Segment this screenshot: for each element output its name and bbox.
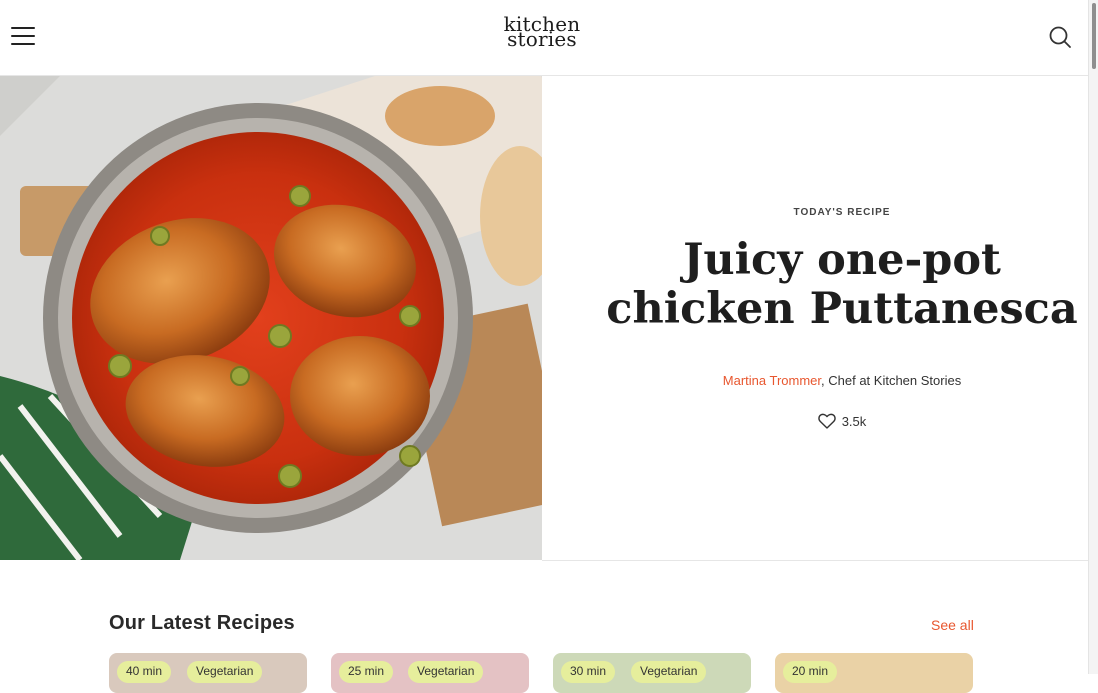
likes-count: 3.5k [841,413,867,429]
see-all-link[interactable]: See all [931,617,974,633]
recipe-card[interactable]: 25 min Vegetarian [331,653,529,693]
recipe-byline: Martina Trommer, Chef at Kitchen Stories [542,373,1098,388]
hero-title-line-2: chicken Puttanesca [606,284,1078,334]
cooking-time-badge: 40 min [117,661,172,683]
hero-title-line-1: Juicy one-pot [683,235,1001,285]
heart-icon[interactable] [817,413,836,432]
site-header: kitchen stories [0,0,1088,76]
diet-tag: Vegetarian [408,661,484,683]
author-role: , Chef at Kitchen Stories [821,373,962,388]
search-icon[interactable] [1047,24,1073,50]
logo-line-2: stories [507,27,577,51]
cooking-time-badge: 30 min [561,661,616,683]
hero-recipe-image[interactable] [0,76,542,560]
recipe-card[interactable]: 30 min Vegetarian [553,653,751,693]
recipe-card[interactable]: 40 min Vegetarian [109,653,307,693]
cooking-time-badge: 25 min [339,661,394,683]
page-scrollbar[interactable] [1088,0,1098,674]
latest-recipes-heading: Our Latest Recipes [109,612,295,634]
scrollbar-thumb[interactable] [1092,3,1096,69]
hamburger-menu-icon[interactable] [11,26,35,46]
likes-counter: 3.5k [542,413,1098,432]
recipe-card[interactable]: 20 min [775,653,973,693]
kitchen-stories-logo[interactable]: kitchen stories [500,14,584,51]
diet-tag: Vegetarian [631,661,707,683]
cooking-time-badge: 20 min [783,661,838,683]
diet-tag: Vegetarian [187,661,263,683]
hero-recipe-details: TODAY'S RECIPE Juicy one-pot chicken Put… [542,76,1088,561]
author-link[interactable]: Martina Trommer [723,373,821,388]
todays-recipe-label: TODAY'S RECIPE [793,207,891,218]
hero-recipe-title[interactable]: Juicy one-pot chicken Puttanesca [542,236,1098,334]
